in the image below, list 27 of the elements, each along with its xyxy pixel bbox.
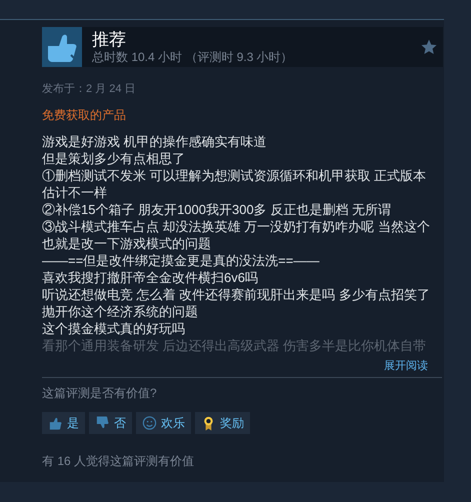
vote-button[interactable]: 否 xyxy=(89,412,132,434)
thumbs-up-icon xyxy=(42,27,82,67)
vote-button[interactable]: 奖励 xyxy=(195,412,250,434)
review-paragraph: ②补偿15个箱子 朋友开1000我开300多 反正也是删档 无所谓 xyxy=(42,201,392,218)
free-product-label: 免费获取的产品 xyxy=(42,108,127,122)
helpful-question: 这篇评测是否有价值? xyxy=(42,386,158,400)
vote-button[interactable]: 是 xyxy=(42,412,85,434)
helpful-count: 有 16 人觉得这篇评测有价值 xyxy=(42,454,196,468)
expand-link[interactable]: 展开阅读 xyxy=(384,359,428,373)
thumbs-down-icon xyxy=(95,415,110,431)
vote-button[interactable]: 欢乐 xyxy=(136,412,191,434)
thumbs-up-icon xyxy=(48,415,63,431)
review-paragraph: 看那个通用装备研发 后边还得出高级武器 伤害多半是比你机体自带 xyxy=(42,337,428,354)
star-icon[interactable] xyxy=(421,39,437,55)
review-paragraph: ①删档测试不发米 可以理解为想测试资源循环和机甲获取 正式版本估计不一样 xyxy=(42,167,428,201)
review-paragraph: 这个摸金模式真的好玩吗 xyxy=(42,320,186,337)
review-paragraph: 游戏是好游戏 机甲的操作感确实有味道 xyxy=(42,133,268,150)
playtime-text: 总时数 10.4 小时 （评测时 9.3 小时） xyxy=(92,50,294,64)
smiley-icon xyxy=(142,415,157,431)
verdict-title: 推荐 xyxy=(92,30,127,50)
review-paragraph: 抛开你这个经济系统的问题 xyxy=(42,303,199,320)
review-paragraph: 听说还想做电竞 怎么着 改件还得赛前现肝出来是吗 多少有点招笑了 xyxy=(42,286,431,303)
review-paragraph: 喜欢我搜打撤肝帝全金改件横扫6v6吗 xyxy=(42,269,259,286)
posted-date: 发布于：2 月 24 日 xyxy=(42,82,137,96)
review-paragraph: ——==但是改件绑定摸金更是真的没法洗==—— xyxy=(42,252,320,269)
review-paragraph: ③战斗模式推车占点 却没法换英雄 万一没奶打有奶咋办呢 当然这个也就是改一下游戏模式的问题 xyxy=(42,218,431,252)
review-paragraph: 但是策划多少有点相思了 xyxy=(42,150,186,167)
